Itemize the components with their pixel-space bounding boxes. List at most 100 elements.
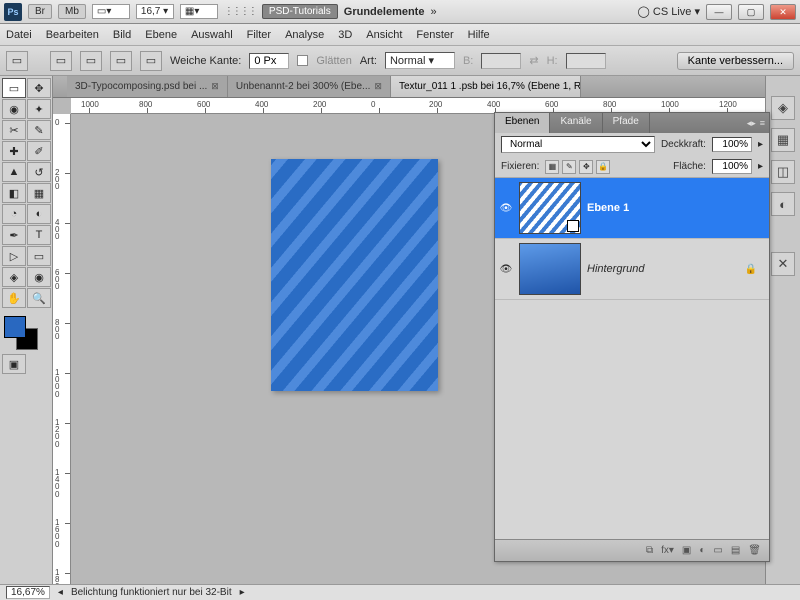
- layers-panel-icon[interactable]: ◈: [771, 96, 795, 120]
- foreground-color[interactable]: [4, 316, 26, 338]
- menu-3d[interactable]: 3D: [338, 29, 352, 41]
- style-select[interactable]: Normal ▾: [385, 52, 455, 69]
- visibility-icon[interactable]: 👁: [499, 201, 513, 215]
- tab-pfade[interactable]: Pfade: [603, 113, 650, 133]
- status-zoom[interactable]: 16,67%: [6, 586, 50, 599]
- fill-input[interactable]: [712, 159, 752, 174]
- close-icon[interactable]: ⊠: [211, 81, 219, 92]
- gradient-tool[interactable]: ▦: [27, 183, 51, 203]
- stamp-tool[interactable]: ▲: [2, 162, 26, 182]
- more-icon[interactable]: »: [430, 6, 436, 18]
- layer-row[interactable]: 👁 Hintergrund 🔒: [495, 239, 769, 300]
- blur-tool[interactable]: ◔: [2, 204, 26, 224]
- view-extras-select[interactable]: ▦▾: [180, 4, 218, 19]
- status-prev-icon[interactable]: ◂: [58, 587, 63, 598]
- document-tab[interactable]: Unbenannt-2 bei 300% (Ebe...⊠: [228, 76, 391, 97]
- bridge-button[interactable]: Br: [28, 4, 52, 19]
- brush-tool[interactable]: ✐: [27, 141, 51, 161]
- marquee-tool[interactable]: ▭: [2, 78, 26, 98]
- blend-mode-select[interactable]: Normal: [501, 136, 655, 153]
- path-select-tool[interactable]: ▷: [2, 246, 26, 266]
- lock-paint-icon[interactable]: ✎: [562, 160, 576, 174]
- menu-analyse[interactable]: Analyse: [285, 29, 324, 41]
- layer-mask-icon[interactable]: ▣: [682, 545, 691, 556]
- history-brush-tool[interactable]: ↺: [27, 162, 51, 182]
- close-icon[interactable]: ⊠: [374, 81, 382, 92]
- subtract-selection-icon[interactable]: ▭: [110, 51, 132, 71]
- menu-fenster[interactable]: Fenster: [416, 29, 453, 41]
- layer-name[interactable]: Ebene 1: [587, 202, 629, 214]
- screen-mode-select[interactable]: ▭▾: [92, 4, 130, 19]
- pen-tool[interactable]: ✒: [2, 225, 26, 245]
- antialias-checkbox[interactable]: [297, 55, 308, 66]
- heal-tool[interactable]: ✚: [2, 141, 26, 161]
- tool-preset-icon[interactable]: ▭: [6, 51, 28, 71]
- group-icon[interactable]: ▭: [713, 545, 722, 556]
- cslive-button[interactable]: ◯ CS Live ▾: [638, 5, 700, 18]
- collapse-icon[interactable]: ◂▸: [747, 118, 756, 129]
- lock-all-icon[interactable]: 🔒: [596, 160, 610, 174]
- menu-ansicht[interactable]: Ansicht: [366, 29, 402, 41]
- zoom-tool[interactable]: 🔍: [27, 288, 51, 308]
- new-layer-icon[interactable]: ▤: [731, 545, 740, 556]
- fill-flyout-icon[interactable]: ▸: [758, 161, 763, 172]
- maximize-button[interactable]: ▢: [738, 4, 764, 20]
- tab-ebenen[interactable]: Ebenen: [495, 113, 550, 133]
- layer-thumbnail[interactable]: [519, 243, 581, 295]
- intersect-selection-icon[interactable]: ▭: [140, 51, 162, 71]
- 3d-camera-tool[interactable]: ◉: [27, 267, 51, 287]
- lasso-tool[interactable]: ◉: [2, 99, 26, 119]
- paths-panel-icon[interactable]: ◫: [771, 160, 795, 184]
- add-selection-icon[interactable]: ▭: [80, 51, 102, 71]
- adjustments-panel-icon[interactable]: ◐: [771, 192, 795, 216]
- feather-input[interactable]: [249, 53, 289, 69]
- menu-bild[interactable]: Bild: [113, 29, 131, 41]
- menu-auswahl[interactable]: Auswahl: [191, 29, 233, 41]
- layer-thumbnail[interactable]: [519, 182, 581, 234]
- visibility-icon[interactable]: 👁: [499, 262, 513, 276]
- status-next-icon[interactable]: ▸: [240, 587, 245, 598]
- lock-position-icon[interactable]: ✥: [579, 160, 593, 174]
- document-tab[interactable]: 3D-Typocomposing.psd bei ...⊠: [67, 76, 228, 97]
- zoom-select[interactable]: 16,7 ▾: [136, 4, 174, 19]
- close-button[interactable]: ✕: [770, 4, 796, 20]
- move-tool[interactable]: ✥: [27, 78, 51, 98]
- hand-tool[interactable]: ✋: [2, 288, 26, 308]
- adjustment-layer-icon[interactable]: ◐: [699, 545, 705, 556]
- workspace-tutorials[interactable]: PSD-Tutorials: [262, 4, 338, 19]
- menu-bearbeiten[interactable]: Bearbeiten: [46, 29, 99, 41]
- menu-ebene[interactable]: Ebene: [145, 29, 177, 41]
- type-tool[interactable]: T: [27, 225, 51, 245]
- opacity-flyout-icon[interactable]: ▸: [758, 139, 763, 150]
- new-selection-icon[interactable]: ▭: [50, 51, 72, 71]
- minibridge-button[interactable]: Mb: [58, 4, 86, 19]
- layer-name[interactable]: Hintergrund: [587, 263, 644, 275]
- layer-fx-icon[interactable]: fx▾: [661, 545, 674, 556]
- wand-tool[interactable]: ✦: [27, 99, 51, 119]
- eraser-tool[interactable]: ◧: [2, 183, 26, 203]
- channels-panel-icon[interactable]: ▦: [771, 128, 795, 152]
- menu-datei[interactable]: Datei: [6, 29, 32, 41]
- quickmask-button[interactable]: ▣: [2, 354, 26, 374]
- lock-transparency-icon[interactable]: ▦: [545, 160, 559, 174]
- opacity-input[interactable]: [712, 137, 752, 152]
- panel-menu-icon[interactable]: ≡: [760, 118, 765, 128]
- color-swatches[interactable]: [2, 314, 50, 350]
- delete-layer-icon[interactable]: 🗑: [748, 545, 761, 556]
- refine-edge-button[interactable]: Kante verbessern...: [677, 52, 794, 70]
- status-info[interactable]: Belichtung funktioniert nur bei 32-Bit: [71, 587, 232, 598]
- ruler-vertical[interactable]: 02 0 04 0 06 0 08 0 01 0 0 01 2 0 01 4 0…: [53, 114, 71, 584]
- dodge-tool[interactable]: ◐: [27, 204, 51, 224]
- shape-tool[interactable]: ▭: [27, 246, 51, 266]
- history-panel-icon[interactable]: ✕: [771, 252, 795, 276]
- link-layers-icon[interactable]: ⧉: [646, 545, 653, 556]
- minimize-button[interactable]: —: [706, 4, 732, 20]
- tab-kanaele[interactable]: Kanäle: [550, 113, 602, 133]
- crop-tool[interactable]: ✂: [2, 120, 26, 140]
- workspace-name[interactable]: Grundelemente: [344, 6, 425, 18]
- document-canvas[interactable]: [271, 159, 438, 391]
- layer-row[interactable]: 👁 Ebene 1: [495, 178, 769, 239]
- 3d-tool[interactable]: ◈: [2, 267, 26, 287]
- menu-hilfe[interactable]: Hilfe: [468, 29, 490, 41]
- document-tab-active[interactable]: Textur_011 1 .psb bei 16,7% (Ebene 1, RG…: [391, 76, 581, 97]
